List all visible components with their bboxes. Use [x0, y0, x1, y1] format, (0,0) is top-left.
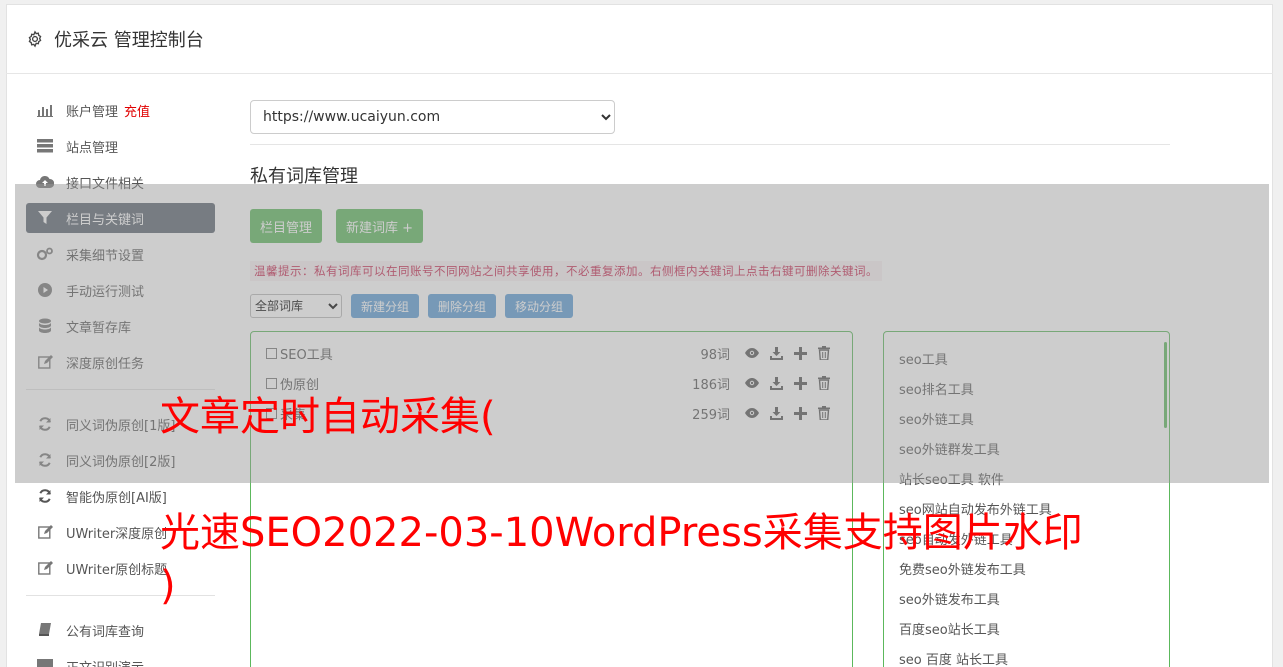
- sidebar-item-label: UWriter原创标题: [66, 562, 168, 578]
- section-divider: [250, 144, 1170, 145]
- sidebar-item-label: 正文识别演示: [66, 657, 144, 667]
- edit-icon: [36, 560, 54, 576]
- sidebar-item-text-recognition[interactable]: 正文识别演示: [26, 651, 215, 667]
- top-bar: 优采云 管理控制台: [6, 4, 1273, 74]
- main-content: https://www.ucaiyun.com: [250, 100, 1170, 134]
- sidebar-divider: [26, 595, 215, 596]
- sidebar-item-label: 站点管理: [66, 140, 119, 156]
- keyword-item[interactable]: seo外链发布工具: [899, 589, 1000, 608]
- bar-chart-icon: [36, 102, 54, 118]
- keyword-item[interactable]: seo 百度 站长工具: [899, 649, 1008, 667]
- recharge-link[interactable]: 充值: [124, 101, 150, 120]
- overlay-caption-line2: 光速SEO2022-03-10WordPress采集支持图片水印: [160, 510, 1083, 556]
- monitor-icon: [36, 658, 54, 667]
- keyword-item[interactable]: 百度seo站长工具: [899, 619, 1000, 638]
- sidebar-item-public-lexicon[interactable]: 公有词库查询: [26, 615, 215, 645]
- sidebar-item-label: 智能伪原创[AI版]: [66, 490, 167, 506]
- sidebar-item-account[interactable]: 账户管理 充值: [26, 95, 215, 125]
- sidebar-item-label: 账户管理: [66, 104, 119, 120]
- sidebar-item-label: 公有词库查询: [66, 624, 145, 640]
- edit-icon: [36, 524, 54, 540]
- gear-icon: [26, 29, 44, 48]
- overlay-caption-line1: 文章定时自动采集(: [160, 394, 496, 440]
- server-icon: [36, 138, 54, 154]
- keyword-item[interactable]: 免费seo外链发布工具: [899, 559, 1026, 578]
- overlay-caption-line3: ): [160, 563, 176, 609]
- refresh-icon: [36, 488, 54, 504]
- site-select[interactable]: https://www.ucaiyun.com: [250, 100, 615, 134]
- sidebar-item-label: UWriter深度原创: [66, 526, 168, 542]
- book-icon: [36, 622, 54, 638]
- sidebar-item-sites[interactable]: 站点管理: [26, 131, 215, 161]
- app-title: 优采云 管理控制台: [54, 29, 204, 51]
